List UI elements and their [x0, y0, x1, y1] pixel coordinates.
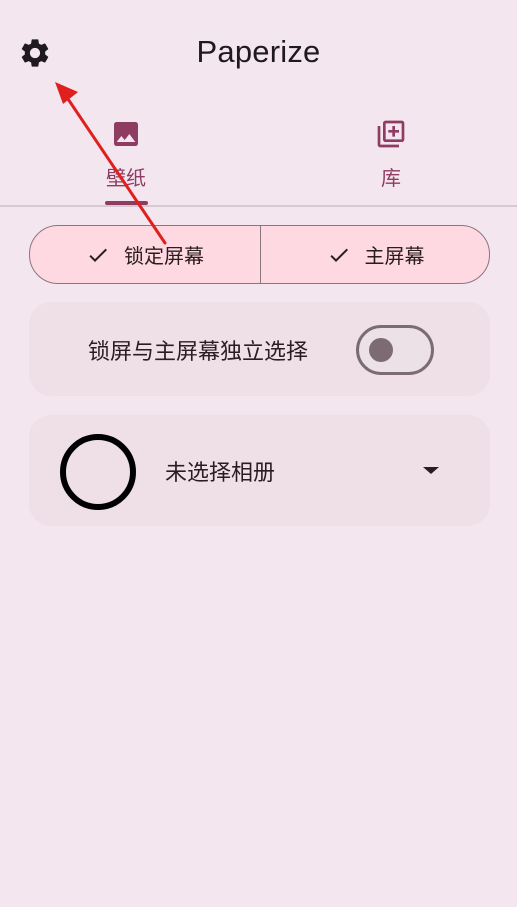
home-screen-button[interactable]: 主屏幕	[260, 226, 489, 283]
switch-knob	[369, 338, 393, 362]
home-screen-label: 主屏幕	[364, 244, 425, 268]
tab-divider	[0, 205, 517, 207]
lock-screen-button[interactable]: 锁定屏幕	[30, 226, 260, 283]
check-icon	[89, 248, 107, 262]
tab-wallpaper[interactable]: 壁纸	[0, 110, 258, 207]
tab-library-label: 库	[381, 166, 401, 190]
chevron-down-icon[interactable]	[421, 463, 441, 477]
album-preview-circle	[60, 434, 136, 510]
app-title: Paperize	[196, 34, 321, 69]
album-selector-label: 未选择相册	[165, 461, 276, 486]
top-app-bar: Paperize	[0, 0, 517, 104]
lock-screen-label: 锁定屏幕	[124, 244, 204, 268]
image-icon	[114, 122, 138, 146]
library-add-icon	[377, 120, 405, 148]
album-selector-card[interactable]: 未选择相册	[29, 415, 490, 526]
check-icon	[329, 248, 348, 262]
screen-segmented-button: 锁定屏幕 主屏幕	[29, 225, 490, 284]
tab-wallpaper-label: 壁纸	[106, 166, 146, 190]
tab-row: 壁纸 库	[0, 110, 517, 207]
tab-library[interactable]: 库	[262, 110, 517, 207]
independent-selection-label: 锁屏与主屏幕独立选择	[88, 340, 309, 365]
independent-selection-card: 锁屏与主屏幕独立选择	[29, 302, 490, 396]
independent-selection-switch[interactable]	[356, 325, 434, 375]
app-screen: Paperize 壁纸 库 锁定屏幕 主屏幕 锁屏与主屏幕独立选择 未选择相册	[0, 0, 517, 907]
